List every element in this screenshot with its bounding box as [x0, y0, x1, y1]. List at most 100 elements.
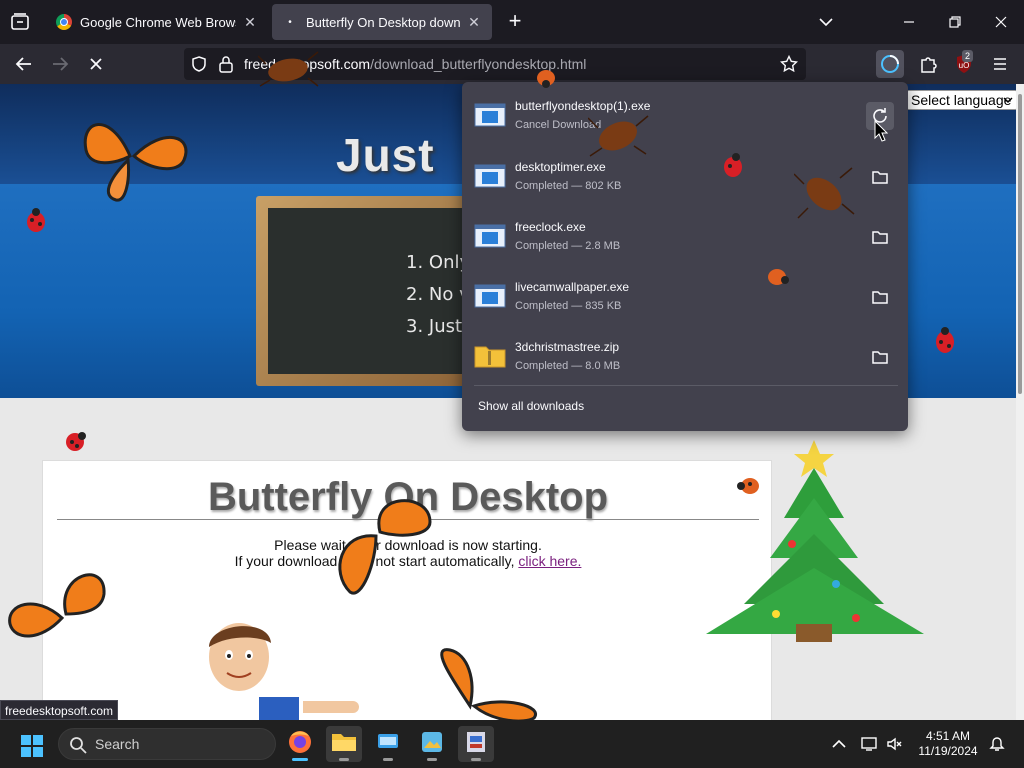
download-filename: desktoptimer.exe	[515, 160, 606, 174]
language-select[interactable]: Select language	[906, 90, 1018, 110]
ladybug-decoration	[724, 153, 742, 177]
folder-icon	[872, 231, 888, 244]
notification-bell-icon[interactable]	[988, 736, 1006, 752]
taskbar-search[interactable]: Search	[58, 728, 276, 760]
taskbar-firefox[interactable]	[282, 726, 318, 762]
download-status: Completed — 835 KB	[515, 300, 622, 312]
ladybug-decoration	[737, 478, 759, 494]
mouse-cursor-icon	[874, 120, 888, 142]
language-select-value: Select language	[911, 92, 1012, 108]
arrow-left-icon	[15, 57, 31, 71]
status-bar-url: freedesktopsoft.com	[0, 700, 119, 720]
ladybug-decoration	[66, 432, 86, 451]
speaker-muted-icon[interactable]	[886, 736, 904, 752]
clock-date: 11/19/2024	[918, 744, 978, 758]
active-app-indicator	[292, 758, 308, 761]
show-in-folder-button[interactable]	[866, 343, 894, 371]
svg-text:uO: uO	[959, 61, 970, 70]
taskbar: Search 4:51 AM 11/19/2024	[0, 720, 1024, 768]
folder-icon	[332, 734, 356, 751]
download-item[interactable]: 3dchristmastree.zip Completed — 8.0 MB	[462, 325, 908, 385]
ladybug-decoration	[27, 208, 45, 232]
minimize-button[interactable]	[897, 10, 921, 34]
butterfly-decoration	[338, 499, 432, 595]
minimize-icon	[904, 21, 914, 23]
stop-icon	[90, 58, 102, 70]
taskbar-photos[interactable]	[414, 726, 450, 762]
back-button[interactable]	[12, 52, 36, 76]
list-all-tabs-button[interactable]	[816, 12, 836, 32]
stop-loading-button[interactable]	[84, 52, 108, 76]
search-placeholder: Search	[95, 736, 140, 752]
lock-icon[interactable]	[218, 55, 234, 73]
running-app-indicator	[339, 758, 349, 761]
show-all-downloads-link[interactable]: Show all downloads	[478, 399, 584, 413]
folder-icon	[872, 291, 888, 304]
downloads-button[interactable]	[876, 50, 904, 78]
click-here-link[interactable]: click here.	[518, 553, 581, 569]
close-tab-icon[interactable]: ✕	[242, 14, 258, 30]
tab-title: Google Chrome Web Browser	[80, 14, 236, 30]
shield-icon[interactable]	[190, 55, 208, 73]
chrome-logo-icon	[56, 14, 72, 30]
ladybug-decoration	[768, 269, 789, 285]
system-clock[interactable]: 4:51 AM 11/19/2024	[914, 729, 982, 759]
forward-button[interactable]	[48, 52, 72, 76]
app-window-icon	[378, 734, 398, 748]
search-icon	[70, 737, 87, 754]
butterfly-decoration	[8, 573, 106, 638]
tab-butterfly-download[interactable]: • Butterfly On Desktop download ✕	[272, 4, 492, 40]
tab-title: Butterfly On Desktop download	[306, 14, 460, 30]
scrollbar-thumb[interactable]	[1018, 94, 1022, 394]
page-scrollbar[interactable]	[1016, 84, 1024, 720]
start-button[interactable]	[20, 734, 44, 758]
installer-icon	[467, 732, 485, 752]
download-item[interactable]: butterflyondesktop(1).exe Cancel Downloa…	[462, 84, 908, 144]
chevron-up-icon[interactable]	[830, 736, 848, 752]
close-icon	[995, 16, 1007, 28]
close-tab-icon[interactable]: ✕	[466, 14, 482, 30]
cockroach-decoration	[588, 115, 649, 157]
loading-dot-icon: •	[288, 16, 292, 28]
download-status: Completed — 8.0 MB	[515, 360, 621, 372]
close-window-button[interactable]	[989, 10, 1013, 34]
exe-file-icon	[474, 103, 506, 127]
taskbar-file-explorer[interactable]	[326, 726, 362, 762]
new-tab-button[interactable]: +	[504, 10, 526, 33]
butterfly-decoration	[83, 123, 188, 202]
display-icon[interactable]	[860, 736, 878, 752]
firefox-icon	[289, 731, 311, 753]
show-in-folder-button[interactable]	[866, 223, 894, 251]
exe-file-icon	[474, 284, 506, 308]
restore-button[interactable]	[943, 10, 967, 34]
exe-file-icon	[474, 164, 506, 188]
christmas-tree-decoration	[706, 440, 924, 642]
downloads-panel: butterflyondesktop(1).exe Cancel Downloa…	[462, 82, 908, 431]
taskbar-app-window[interactable]	[370, 726, 406, 762]
show-in-folder-button[interactable]	[866, 283, 894, 311]
restore-icon	[949, 16, 961, 28]
windows-logo-icon	[21, 735, 43, 757]
ladybug-decoration	[537, 70, 555, 88]
clock-time: 4:51 AM	[925, 729, 971, 743]
running-app-indicator	[427, 758, 437, 761]
exe-file-icon	[474, 224, 506, 248]
tab-google-chrome[interactable]: Google Chrome Web Browser ✕	[46, 4, 268, 40]
taskbar-installer[interactable]	[458, 726, 494, 762]
show-in-folder-button[interactable]	[866, 163, 894, 191]
download-status: Completed — 2.8 MB	[515, 240, 621, 252]
extensions-button[interactable]	[914, 50, 942, 78]
download-item[interactable]: livecamwallpaper.exe Completed — 835 KB	[462, 265, 908, 325]
butterfly-decoration	[440, 648, 538, 720]
tab-list-button[interactable]	[8, 10, 32, 34]
chalkboard-surface: 1. Only fr 2. No viru 3. Just fo	[268, 208, 494, 374]
extension-badge: 2	[962, 50, 974, 62]
puzzle-icon	[921, 57, 937, 73]
bookmark-star-icon[interactable]	[780, 55, 798, 73]
cockroach-decoration	[794, 167, 855, 219]
folder-icon	[872, 171, 888, 184]
app-menu-button[interactable]	[986, 50, 1014, 78]
divider	[474, 385, 898, 386]
download-status: Completed — 802 KB	[515, 180, 622, 192]
banner-heading: Just	[336, 129, 435, 181]
